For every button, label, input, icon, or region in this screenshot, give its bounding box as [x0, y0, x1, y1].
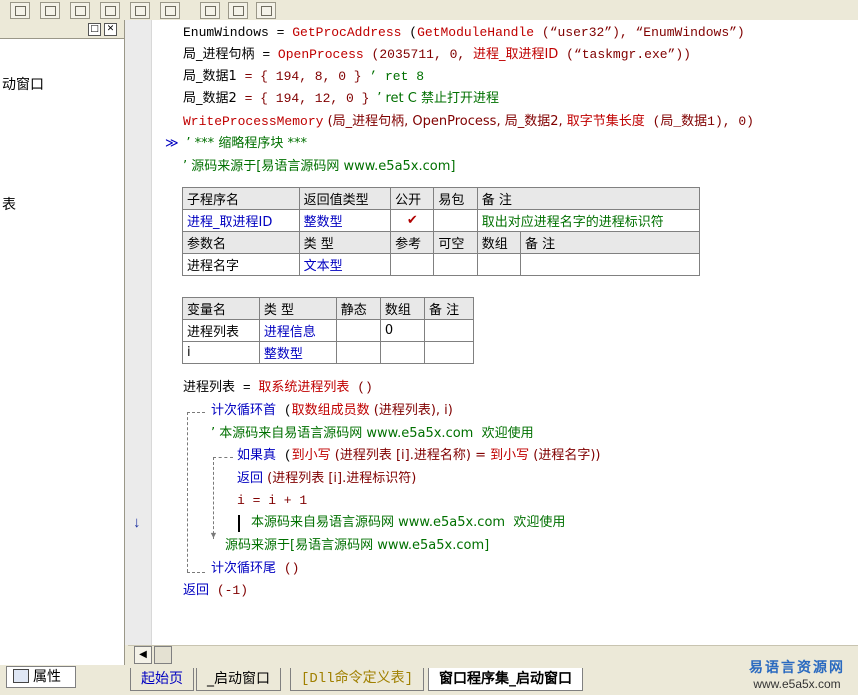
var-type-cell[interactable]: 进程信息: [258, 319, 337, 342]
param-ref-cell[interactable]: [390, 253, 435, 276]
sub-pack-cell[interactable]: [433, 209, 478, 232]
spacing-h-icon[interactable]: [130, 2, 150, 19]
var-type-cell[interactable]: 整数型: [258, 341, 337, 364]
tree-item-table[interactable]: 表: [2, 194, 16, 214]
header-param-type: 类 型: [298, 231, 392, 254]
scroll-thumb[interactable]: [154, 646, 172, 664]
expand-icon: ≫: [165, 136, 179, 151]
tab-bar: 属性 起始页 _启动窗口 [Dll命令定义表] 窗口程序集_启动窗口: [0, 665, 858, 695]
table-row[interactable]: i 整数型: [182, 341, 474, 364]
code-line[interactable]: 返回 (-1): [183, 582, 248, 600]
code-line[interactable]: 局_数据2 = { 194, 12, 0 } ’ ret C 禁止打开进程: [183, 90, 499, 108]
flow-arrow-icon: ▼: [209, 530, 218, 540]
scroll-left-icon[interactable]: ◀: [134, 646, 152, 664]
header-note: 备 注: [476, 187, 701, 210]
param-name-cell[interactable]: 进程名字: [182, 253, 300, 276]
tab-window-assembly[interactable]: 窗口程序集_启动窗口: [428, 668, 583, 691]
restore-icon[interactable]: □: [88, 23, 101, 36]
subroutine-table[interactable]: 子程序名 返回值类型 公开 易包 备 注 进程_取进程ID 整数型 ✔ 取出对应…: [182, 187, 701, 276]
code-line[interactable]: 如果真 (到小写 (进程列表 [i].进程名称) = 到小写 (进程名字)): [237, 447, 600, 465]
header-public: 公开: [390, 187, 435, 210]
variable-table[interactable]: 变量名 类 型 静态 数组 备 注 进程列表 进程信息 0 i 整数型: [182, 297, 474, 364]
var-note-cell[interactable]: [424, 341, 474, 364]
code-line[interactable]: 返回 (进程列表 [i].进程标识符): [237, 470, 416, 488]
tab-dll-commands[interactable]: [Dll命令定义表]: [290, 668, 425, 691]
toolbar: [0, 0, 858, 21]
same-height-icon[interactable]: [228, 2, 248, 19]
align-top-icon[interactable]: [70, 2, 90, 19]
header-var-array: 数组: [379, 297, 426, 320]
sub-type-cell[interactable]: 整数型: [298, 209, 392, 232]
align-bottom-icon[interactable]: [100, 2, 120, 19]
code-line[interactable]: WriteProcessMemory (局_进程句柄, OpenProcess,…: [183, 113, 754, 131]
code-line[interactable]: 计次循环首 (取数组成员数 (进程列表), i): [211, 402, 453, 420]
var-note-cell[interactable]: [424, 319, 474, 342]
header-param-note: 备 注: [520, 231, 700, 254]
var-array-cell[interactable]: [379, 341, 426, 364]
tree-item-window[interactable]: 动窗口: [2, 74, 44, 94]
param-nullable-cell[interactable]: [433, 253, 478, 276]
param-type-cell[interactable]: 文本型: [298, 253, 392, 276]
tab-start-page[interactable]: 起始页: [130, 668, 194, 691]
if-flow-line: [213, 457, 214, 539]
align-icon[interactable]: [10, 2, 30, 19]
code-line[interactable]: EnumWindows = GetProcAddress (GetModuleH…: [183, 24, 745, 42]
header-var-type: 类 型: [258, 297, 337, 320]
comment-line[interactable]: 本源码来自易语言源码网 www.e5a5x.com 欢迎使用: [251, 514, 565, 532]
text-cursor: [238, 515, 240, 532]
code-editor[interactable]: ↓ EnumWindows = GetProcAddress (GetModul…: [125, 20, 858, 645]
comment-line[interactable]: ’ 源码来源于[易语言源码网 www.e5a5x.com]: [183, 158, 455, 176]
code-line[interactable]: 计次循环尾 (): [211, 560, 299, 578]
public-check-icon[interactable]: ✔: [390, 209, 435, 232]
line-gutter: [125, 20, 152, 645]
tab-start-window[interactable]: _启动窗口: [196, 668, 281, 691]
comment-line[interactable]: ’ 本源码来自易语言源码网 www.e5a5x.com 欢迎使用: [211, 425, 534, 443]
properties-icon: [13, 669, 29, 683]
tab-properties[interactable]: 属性: [6, 666, 76, 688]
watermark-logo: 易语言资源网 www.e5a5x.com: [749, 660, 845, 691]
left-panel-header: □ ✕: [0, 20, 124, 39]
header-ref: 参考: [390, 231, 435, 254]
var-name-cell[interactable]: i: [182, 341, 260, 364]
var-static-cell[interactable]: [335, 341, 381, 364]
loop-flow-line: [187, 572, 205, 573]
var-name-cell[interactable]: 进程列表: [182, 319, 260, 342]
same-width-icon[interactable]: [200, 2, 220, 19]
close-icon[interactable]: ✕: [104, 23, 117, 36]
code-line[interactable]: 局_进程句柄 = OpenProcess (2035711, 0, 进程_取进程…: [183, 46, 691, 64]
header-nullable: 可空: [433, 231, 478, 254]
loop-flow-line: [187, 412, 205, 413]
arrow-down-icon: ↓: [133, 514, 141, 531]
comment-line[interactable]: 源码来源于[易语言源码网 www.e5a5x.com]: [225, 537, 489, 555]
header-pack: 易包: [433, 187, 478, 210]
code-line[interactable]: 进程列表 = 取系统进程列表 (): [183, 379, 373, 397]
header-array: 数组: [476, 231, 522, 254]
collapsed-block[interactable]: ≫ ’ *** 缩略程序块 ***: [165, 135, 307, 153]
spacing-v-icon[interactable]: [160, 2, 180, 19]
header-param-name: 参数名: [182, 231, 300, 254]
sub-note-cell[interactable]: 取出对应进程名字的进程标识符: [476, 209, 701, 232]
center-icon[interactable]: [40, 2, 60, 19]
table-row[interactable]: 进程列表 进程信息 0: [182, 319, 474, 342]
param-note-cell[interactable]: [520, 253, 700, 276]
header-var-name: 变量名: [182, 297, 260, 320]
left-panel: □ ✕ 动窗口 表: [0, 20, 125, 665]
sub-name-cell[interactable]: 进程_取进程ID: [182, 209, 300, 232]
header-static: 静态: [335, 297, 381, 320]
code-line[interactable]: i = i + 1: [237, 492, 307, 510]
code-line[interactable]: 局_数据1 = { 194, 8, 0 } ’ ret 8: [183, 68, 424, 86]
header-sub-name: 子程序名: [182, 187, 300, 210]
header-var-note: 备 注: [424, 297, 474, 320]
var-static-cell[interactable]: [335, 319, 381, 342]
same-size-icon[interactable]: [256, 2, 276, 19]
var-array-cell[interactable]: 0: [379, 319, 426, 342]
header-return-type: 返回值类型: [298, 187, 392, 210]
loop-flow-line: [187, 412, 188, 572]
param-array-cell[interactable]: [476, 253, 522, 276]
if-flow-line: [213, 457, 233, 458]
